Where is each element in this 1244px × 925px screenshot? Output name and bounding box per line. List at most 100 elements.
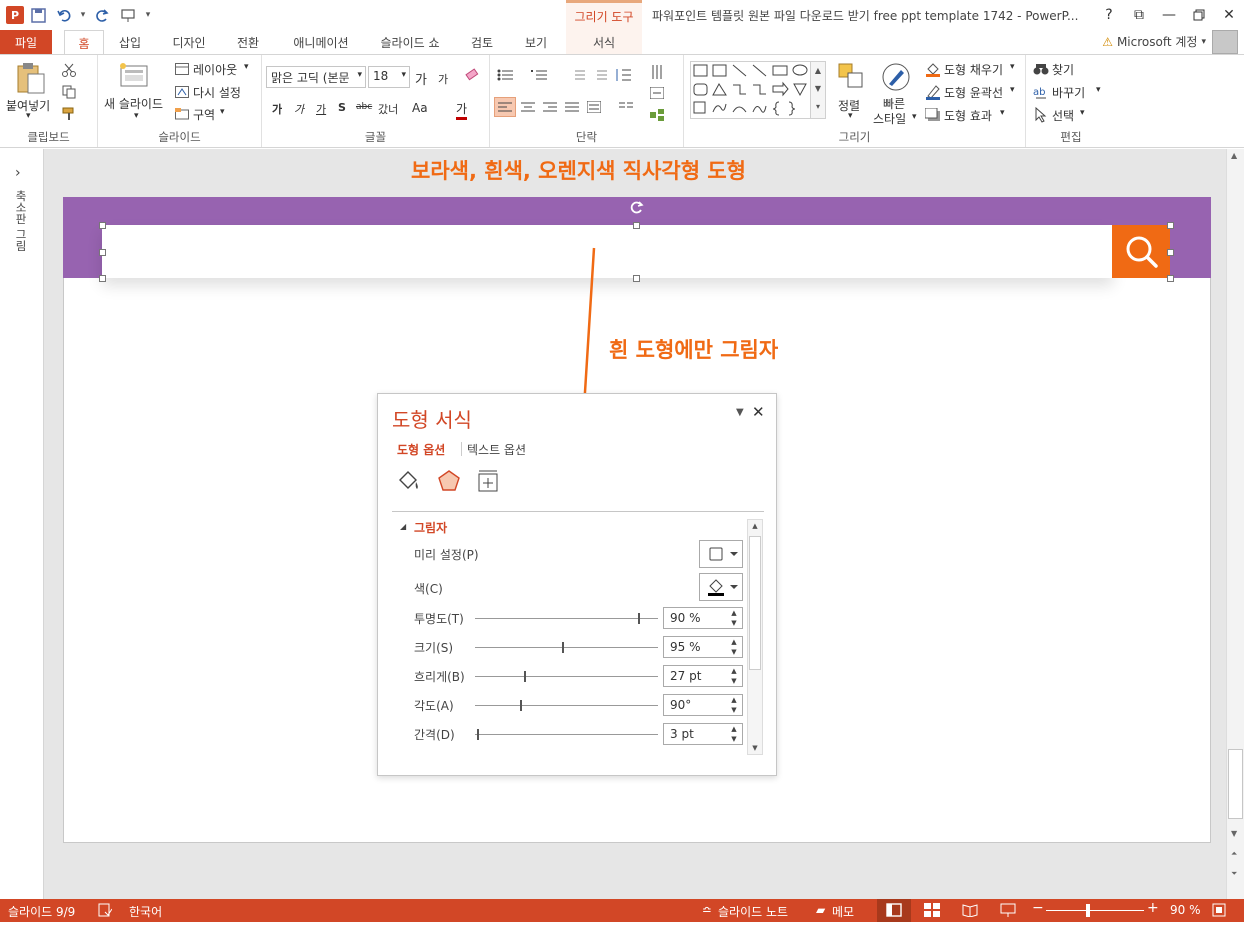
pane-scrollbar[interactable]: ▲ ▼ [747, 519, 763, 755]
char-spacing-button[interactable]: 갔너 [378, 101, 398, 117]
tab-animations[interactable]: 애니메이션 [284, 30, 358, 54]
restore-icon[interactable] [1184, 0, 1214, 30]
columns-icon[interactable] [616, 98, 636, 116]
previous-slide-icon[interactable]: ⏶ [1231, 849, 1237, 859]
tab-insert[interactable]: 삽입 [110, 30, 150, 54]
orange-rectangle-shape[interactable] [1112, 225, 1170, 278]
shape-effects-dropdown-icon[interactable]: ▾ [1000, 108, 1005, 118]
shapes-gallery-scroll[interactable]: ▲ ▼ ▾ [810, 61, 826, 119]
zoom-in-button[interactable]: + [1147, 900, 1159, 916]
minimize-icon[interactable]: — [1154, 0, 1184, 30]
reading-view-icon[interactable] [962, 903, 978, 920]
underline-button[interactable]: 가 [316, 101, 326, 117]
bold-button[interactable]: 가 [272, 101, 282, 117]
transparency-slider[interactable] [475, 613, 658, 624]
layout-dropdown-icon[interactable]: ▾ [244, 62, 249, 72]
size-input[interactable]: 95 % ▲ ▼ [663, 636, 743, 658]
shape-fill-button[interactable]: 도형 채우기 [944, 61, 1003, 78]
tab-home[interactable]: 홈 [64, 30, 104, 55]
shadow-color-dropdown[interactable] [699, 573, 743, 601]
resize-handle[interactable] [633, 222, 640, 229]
text-shadow-button[interactable]: S [338, 101, 346, 114]
zoom-level[interactable]: 90 % [1170, 903, 1201, 917]
section-shadow-header[interactable]: 그림자 [414, 519, 447, 536]
comments-button[interactable]: 메모 [832, 903, 854, 920]
line-spacing-icon[interactable] [614, 67, 632, 83]
shape-outline-dropdown-icon[interactable]: ▾ [1010, 85, 1015, 95]
change-case-button[interactable]: Aa [412, 101, 428, 115]
blur-slider[interactable] [475, 671, 658, 682]
convert-smartart-icon[interactable] [648, 107, 666, 123]
undo-dropdown-icon[interactable]: ▾ [78, 4, 88, 26]
paste-icon[interactable] [14, 61, 48, 95]
transparency-input[interactable]: 90 % ▲ ▼ [663, 607, 743, 629]
spinner-arrows-icon[interactable]: ▲ ▼ [728, 637, 740, 657]
select-button[interactable]: 선택 [1052, 107, 1074, 124]
resize-handle[interactable] [99, 249, 106, 256]
grow-font-button[interactable]: 가 [415, 69, 427, 88]
close-pane-icon[interactable]: ✕ [752, 403, 765, 421]
font-name-select[interactable]: 맑은 고딕 (본문 ▾ [266, 66, 366, 88]
tab-design[interactable]: 디자인 [164, 30, 214, 54]
account-button[interactable]: ⚠ Microsoft 계정 ▾ [1102, 33, 1206, 50]
align-left-icon[interactable] [494, 97, 516, 117]
distance-input[interactable]: 3 pt ▲ ▼ [663, 723, 743, 745]
start-slideshow-icon[interactable] [116, 4, 140, 26]
shape-fill-dropdown-icon[interactable]: ▾ [1010, 62, 1015, 72]
resize-handle[interactable] [1167, 249, 1174, 256]
bullets-icon[interactable] [496, 67, 514, 83]
new-slide-button[interactable]: 새 슬라이드 [104, 95, 163, 112]
scroll-up-icon[interactable]: ▲ [749, 522, 761, 530]
resize-handle[interactable] [1167, 275, 1174, 282]
shadow-preset-dropdown[interactable] [699, 540, 743, 568]
tab-text-options[interactable]: 텍스트 옵션 [467, 441, 526, 458]
save-icon[interactable] [26, 4, 50, 26]
section-button[interactable]: 구역 [193, 106, 215, 123]
notes-button[interactable]: 슬라이드 노트 [718, 903, 788, 920]
scroll-thumb[interactable] [1228, 749, 1243, 819]
customize-qat-icon[interactable]: ▾ [142, 4, 154, 26]
pane-options-icon[interactable]: ▼ [736, 407, 744, 418]
strikethrough-button[interactable]: abc [356, 102, 372, 112]
distance-slider-thumb[interactable] [476, 729, 479, 740]
shapes-gallery[interactable] [690, 61, 818, 119]
blur-slider-thumb[interactable] [523, 671, 526, 682]
language-indicator[interactable]: 한국어 [129, 903, 162, 920]
align-right-icon[interactable] [540, 98, 560, 116]
replace-button[interactable]: 바꾸기 [1052, 84, 1085, 101]
tab-shape-options[interactable]: 도형 옵션 [397, 441, 445, 458]
normal-view-button[interactable] [877, 899, 911, 922]
expand-thumbnails-icon[interactable]: › [15, 165, 21, 181]
font-size-select[interactable]: 18 ▾ [368, 66, 410, 88]
resize-handle[interactable] [633, 275, 640, 282]
tab-review[interactable]: 검토 [462, 30, 502, 54]
close-icon[interactable]: ✕ [1214, 0, 1244, 30]
replace-dropdown-icon[interactable]: ▾ [1096, 85, 1101, 95]
zoom-slider-thumb[interactable] [1086, 904, 1090, 917]
copy-icon[interactable] [60, 83, 78, 101]
slide-sorter-icon[interactable] [924, 903, 940, 920]
select-dropdown-icon[interactable]: ▾ [1080, 108, 1085, 118]
shape-effects-button[interactable]: 도형 효과 [944, 107, 992, 124]
spinner-arrows-icon[interactable]: ▲ ▼ [728, 666, 740, 686]
avatar[interactable] [1212, 30, 1238, 54]
transparency-slider-thumb[interactable] [637, 613, 640, 624]
size-slider[interactable] [475, 642, 658, 653]
resize-handle[interactable] [99, 275, 106, 282]
decrease-indent-icon[interactable] [568, 67, 586, 83]
quick-styles-icon[interactable] [880, 61, 912, 93]
size-slider-thumb[interactable] [561, 642, 564, 653]
rotate-handle-icon[interactable] [629, 199, 645, 215]
undo-icon[interactable] [52, 4, 76, 26]
size-properties-icon[interactable] [476, 470, 502, 494]
ribbon-display-icon[interactable]: ⧉ [1124, 0, 1154, 30]
fill-line-icon[interactable] [396, 470, 422, 494]
quick-styles-label-2[interactable]: 스타일 [873, 110, 906, 127]
slideshow-view-icon[interactable] [1000, 903, 1016, 920]
find-button[interactable]: 찾기 [1052, 61, 1074, 78]
justify-icon[interactable] [562, 98, 582, 116]
angle-input[interactable]: 90° ▲ ▼ [663, 694, 743, 716]
paste-dropdown-icon[interactable]: ▾ [26, 111, 31, 121]
slide-vertical-scrollbar[interactable]: ▲ ▼ ⏶ ⏷ [1226, 149, 1244, 899]
distance-slider[interactable] [475, 729, 658, 740]
